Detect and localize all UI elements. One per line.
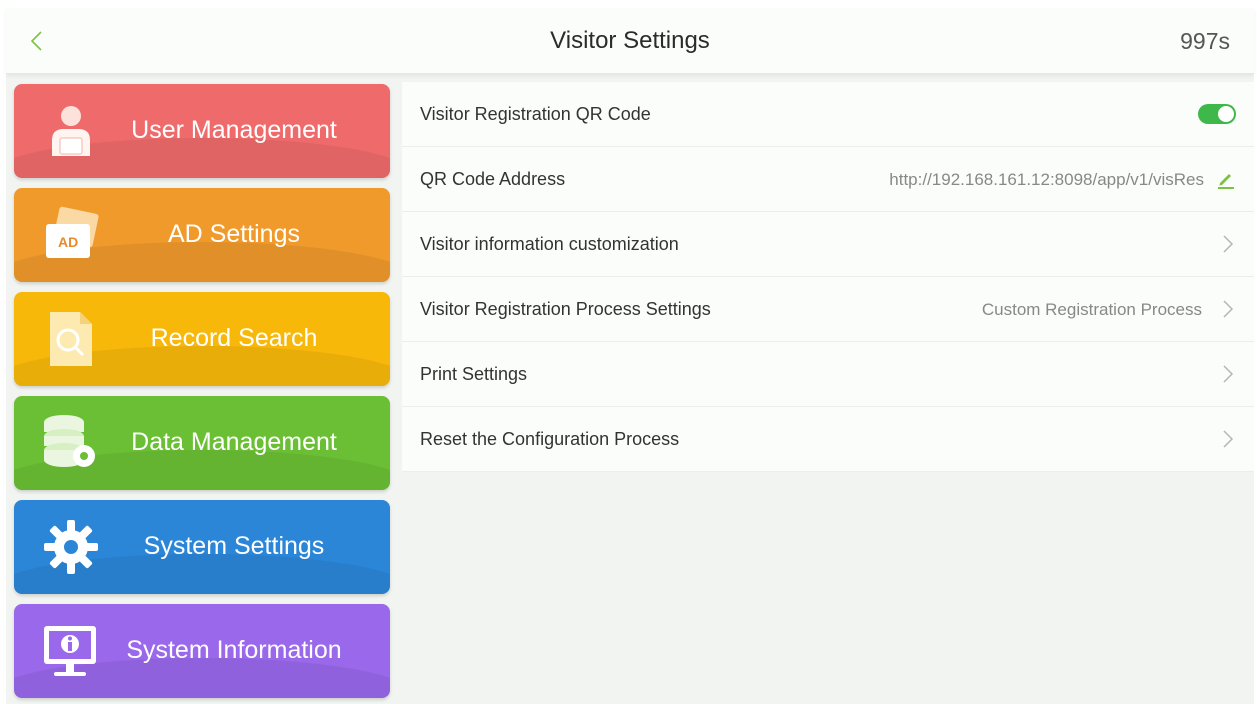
app-frame: Visitor Settings 997s User Management AD… <box>6 8 1254 704</box>
setting-row-registration-process[interactable]: Visitor Registration Process Settings Cu… <box>402 277 1254 342</box>
chevron-right-icon <box>1220 428 1236 450</box>
sidebar-menu: User Management AD AD Settings Record Se… <box>14 84 392 704</box>
header-bar: Visitor Settings 997s <box>6 8 1254 74</box>
registration-process-value: Custom Registration Process <box>981 300 1202 319</box>
settings-list: Visitor Registration QR Code QR Code Add… <box>402 82 1254 472</box>
sidebar-item-user-management[interactable]: User Management <box>14 84 390 178</box>
setting-row-reset-configuration[interactable]: Reset the Configuration Process <box>402 407 1254 472</box>
sidebar-item-label: User Management <box>131 116 337 144</box>
sidebar-item-data-management[interactable]: Data Management <box>14 396 390 490</box>
countdown-timer: 997s <box>1180 28 1230 54</box>
chevron-right-icon <box>1220 363 1236 385</box>
sidebar-item-ad-settings[interactable]: AD AD Settings <box>14 188 390 282</box>
qr-code-toggle[interactable] <box>1198 104 1236 124</box>
setting-row-qr-address[interactable]: QR Code Address http://192.168.161.12:80… <box>402 147 1254 212</box>
setting-label: Visitor Registration Process Settings <box>420 299 711 319</box>
sidebar-item-record-search[interactable]: Record Search <box>14 292 390 386</box>
setting-row-print-settings[interactable]: Print Settings <box>402 342 1254 407</box>
sidebar-item-system-settings[interactable]: System Settings <box>14 500 390 594</box>
setting-label: Print Settings <box>420 364 528 384</box>
setting-label: QR Code Address <box>420 169 566 189</box>
qr-address-value: http://192.168.161.12:8098/app/v1/visRes <box>889 170 1204 189</box>
setting-label: Visitor information customization <box>420 234 679 254</box>
toggle-knob <box>1218 106 1234 122</box>
setting-row-qr-toggle[interactable]: Visitor Registration QR Code <box>402 82 1254 147</box>
chevron-right-icon <box>1220 298 1236 320</box>
chevron-right-icon <box>1220 233 1236 255</box>
sidebar-item-label: AD Settings <box>167 220 300 248</box>
sidebar-item-system-information[interactable]: System Information <box>14 604 390 698</box>
setting-label: Visitor Registration QR Code <box>420 104 651 124</box>
page-title: Visitor Settings <box>550 27 710 54</box>
setting-row-visitor-info[interactable]: Visitor information customization <box>402 212 1254 277</box>
sidebar-item-label: Data Management <box>131 428 337 456</box>
edit-icon[interactable] <box>1216 169 1236 189</box>
sidebar-item-label: Record Search <box>150 324 318 352</box>
sidebar-item-label: System Information <box>126 636 342 664</box>
setting-label: Reset the Configuration Process <box>420 429 680 449</box>
sidebar-item-label: System Settings <box>143 532 325 560</box>
